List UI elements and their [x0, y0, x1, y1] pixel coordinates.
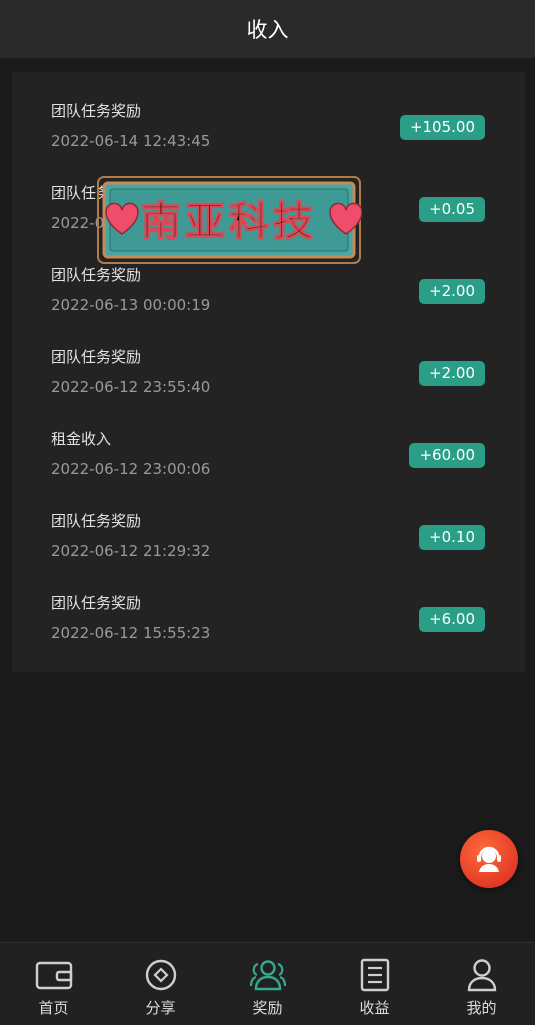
headset-icon: [477, 846, 501, 872]
amount-badge: +105.00: [399, 115, 485, 140]
record-name: 团队任务奖励: [51, 348, 142, 366]
record-time: 2022-06-12 21:29:32: [51, 542, 211, 560]
tab-label: 收益: [359, 999, 390, 1017]
record-name: 团队任务奖励: [51, 512, 142, 530]
wallet-icon: [34, 957, 74, 993]
user-icon: [462, 957, 502, 993]
amount-badge: +0.10: [419, 525, 485, 550]
income-list: 团队任务奖励 2022-06-14 12:43:45 +105.00 团队任务奖…: [12, 72, 525, 672]
top-bar: 收入: [0, 0, 535, 58]
tab-label: 我的: [466, 999, 497, 1017]
amount-badge: +60.00: [409, 443, 485, 468]
record-time: 2022-06-12 15:55:23: [51, 624, 211, 642]
record-name: 团队任务奖励: [51, 266, 142, 284]
record-name: 团队任务奖励: [51, 102, 142, 120]
bottom-navigation: 首页 分享 奖励 收益 我的: [0, 942, 535, 1025]
amount-badge: +2.00: [419, 361, 485, 386]
users-icon: [248, 957, 288, 993]
record-time: 2022-06-14 12:43:45: [51, 132, 211, 150]
list-item[interactable]: 团队任务奖励 2022-06-12 21:29:32 +0.10: [12, 482, 525, 564]
record-name: 团队任务奖励: [51, 594, 142, 612]
record-name: 租金收入: [51, 430, 112, 448]
amount-badge: +0.05: [419, 197, 485, 222]
tab-label: 分享: [145, 999, 176, 1017]
watermark-logo: 南亚科技: [96, 174, 363, 266]
list-item[interactable]: 团队任务奖励 2022-06-12 23:55:40 +2.00: [12, 318, 525, 400]
amount-badge: +2.00: [419, 279, 485, 304]
customer-service-button[interactable]: [460, 830, 518, 888]
tab-profile[interactable]: 我的: [428, 943, 535, 1025]
record-time: 2022-06-13 00:00:19: [51, 296, 211, 314]
list-item[interactable]: 租金收入 2022-06-12 23:00:06 +60.00: [12, 400, 525, 482]
tab-share[interactable]: 分享: [107, 943, 214, 1025]
tab-home[interactable]: 首页: [0, 943, 107, 1025]
diamond-circle-icon: [141, 957, 181, 993]
record-time: 2022-06-12 23:00:06: [51, 460, 211, 478]
page-title: 收入: [246, 18, 289, 42]
record-time: 2022-06-12 23:55:40: [51, 378, 211, 396]
list-item[interactable]: 团队任务奖励 2022-06-14 12:43:45 +105.00: [12, 72, 525, 154]
amount-badge: +6.00: [419, 607, 485, 632]
tab-rewards[interactable]: 奖励: [214, 943, 321, 1025]
document-icon: [355, 957, 395, 993]
tab-label: 奖励: [252, 999, 283, 1017]
watermark-text: 南亚科技: [141, 198, 317, 245]
list-item[interactable]: 团队任务奖励 2022-06-12 15:55:23 +6.00: [12, 564, 525, 646]
tab-label: 首页: [38, 999, 69, 1017]
tab-earnings[interactable]: 收益: [321, 943, 428, 1025]
